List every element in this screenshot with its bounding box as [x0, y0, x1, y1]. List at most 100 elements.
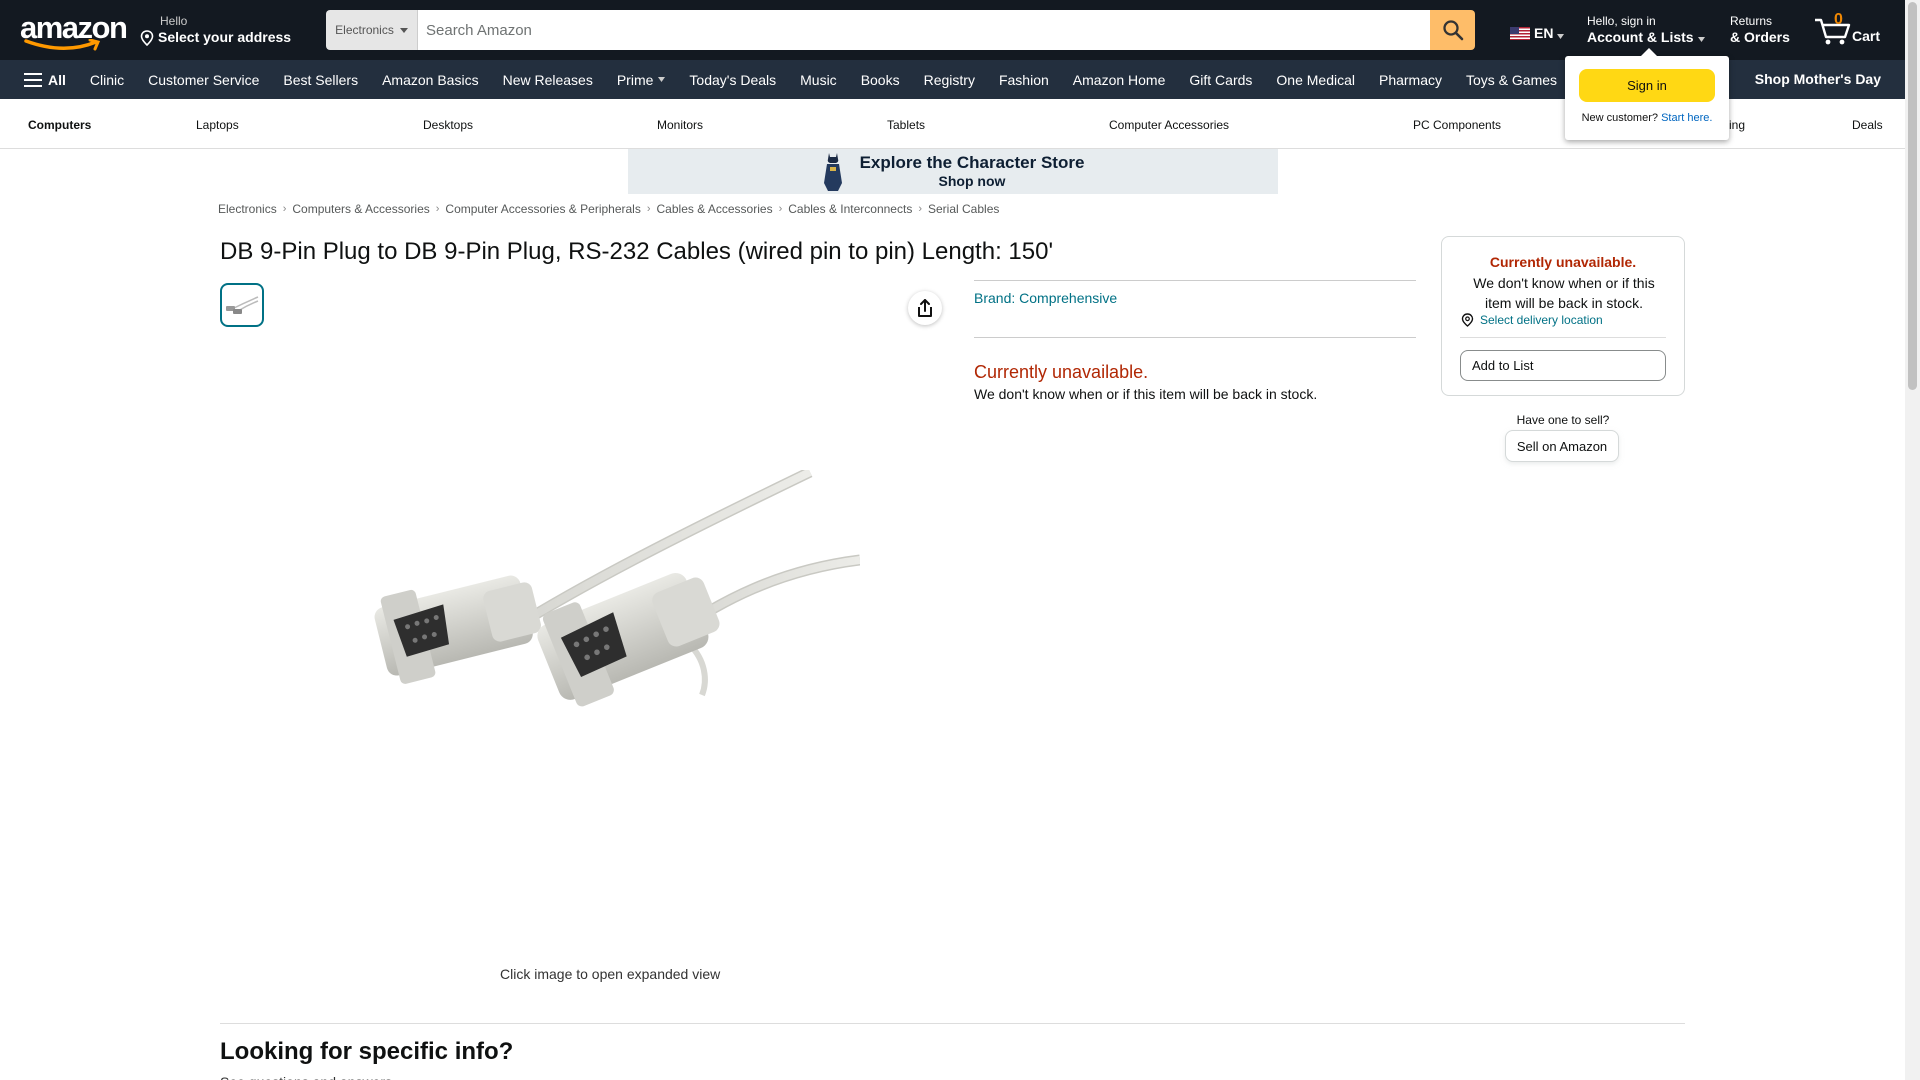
nav-item-customer-service[interactable]: Customer Service	[136, 72, 271, 88]
cart-count: 0	[1834, 11, 1843, 28]
search-bar: Electronics	[326, 10, 1475, 50]
orders-label: & Orders	[1730, 29, 1790, 45]
amazon-logo[interactable]: amazon	[20, 12, 128, 51]
divider	[974, 337, 1416, 338]
nav-item-pharmacy[interactable]: Pharmacy	[1367, 72, 1454, 88]
nav-item-music[interactable]: Music	[788, 72, 849, 88]
nav-item-fashion[interactable]: Fashion	[987, 72, 1061, 88]
nav-item-books[interactable]: Books	[849, 72, 912, 88]
language-label: EN	[1534, 25, 1554, 41]
nav-item-todays-deals[interactable]: Today's Deals	[677, 72, 788, 88]
nav-item-registry[interactable]: Registry	[912, 72, 987, 88]
location-pin-icon	[140, 29, 154, 46]
deliver-greeting: Hello	[160, 14, 188, 28]
start-here-link[interactable]: Start here.	[1661, 112, 1712, 124]
caret-down-icon	[399, 27, 408, 33]
breadcrumb-separator-icon: ›	[282, 203, 287, 215]
returns-label: Returns	[1730, 14, 1773, 28]
breadcrumb-separator-icon: ›	[778, 203, 783, 215]
subnav-deals[interactable]: Deals	[1852, 118, 1883, 132]
availability-status: Currently unavailable.	[974, 362, 1149, 382]
nav-item-one-medical[interactable]: One Medical	[1264, 72, 1367, 88]
breadcrumb-serial-cables[interactable]: Serial Cables	[928, 202, 999, 216]
account-and-lists[interactable]: Hello, sign in Account & Lists	[1587, 14, 1705, 46]
nav-item-gift-cards[interactable]: Gift Cards	[1177, 72, 1264, 88]
nav-item-prime[interactable]: Prime	[605, 72, 678, 88]
all-menu-button[interactable]: All	[0, 72, 78, 88]
subnav-computer-accessories[interactable]: Computer Accessories	[1109, 118, 1229, 132]
page-scrollbar[interactable]	[1905, 0, 1920, 1080]
subnav-desktops[interactable]: Desktops	[423, 118, 473, 132]
availability-detail: We don't know when or if this item will …	[974, 386, 1318, 402]
search-category-dropdown[interactable]: Electronics	[326, 10, 418, 50]
nav-item-prime-label: Prime	[616, 71, 654, 88]
subnav-laptops[interactable]: Laptops	[196, 118, 239, 132]
expand-image-note: Click image to open expanded view	[500, 966, 721, 982]
cart-label: Cart	[1852, 28, 1881, 44]
character-figure-icon	[823, 152, 842, 191]
search-category-label: Electronics	[335, 23, 394, 37]
breadcrumb-cables-interconnects[interactable]: Cables & Interconnects	[788, 202, 912, 216]
banner-title: Explore the Character Store	[859, 153, 1085, 172]
search-button[interactable]	[1430, 10, 1475, 50]
location-pin-icon	[1461, 313, 1474, 327]
divider	[974, 280, 1416, 281]
cart-icon	[1815, 18, 1851, 45]
breadcrumb-separator-icon: ›	[435, 203, 440, 215]
breadcrumb: Electronics › Computers & Accessories › …	[218, 202, 999, 216]
select-address-label: Select your address	[158, 29, 292, 45]
deliver-to-address[interactable]: Hello Select your address	[140, 14, 291, 46]
cart-button[interactable]: 0 Cart	[1813, 11, 1883, 48]
breadcrumb-separator-icon: ›	[918, 203, 922, 215]
subnav-tablets[interactable]: Tablets	[887, 118, 925, 132]
sign-in-button[interactable]: Sign in	[1579, 69, 1715, 102]
caret-down-icon	[1557, 33, 1565, 39]
divider	[1460, 337, 1666, 338]
character-store-banner[interactable]: Explore the Character Store Shop now	[628, 149, 1278, 194]
have-one-to-sell-label: Have one to sell?	[1516, 413, 1610, 427]
nav-item-clinic[interactable]: Clinic	[78, 72, 136, 88]
sign-in-flyout: Sign in New customer? Start here.	[1565, 48, 1729, 140]
breadcrumb-separator-icon: ›	[646, 203, 651, 215]
breadcrumb-cables-accessories[interactable]: Cables & Accessories	[657, 202, 773, 216]
subnav-pc-components[interactable]: PC Components	[1413, 118, 1501, 132]
buy-box-status: Currently unavailable.	[1489, 254, 1637, 270]
account-lists-label: Account & Lists	[1587, 29, 1694, 45]
top-navigation: amazon Hello Select your address Electro…	[0, 0, 1905, 60]
returns-and-orders[interactable]: Returns & Orders	[1730, 14, 1790, 46]
nav-item-amazon-home[interactable]: Amazon Home	[1061, 72, 1178, 88]
share-button[interactable]	[908, 291, 942, 325]
sell-on-amazon-button[interactable]: Sell on Amazon	[1505, 430, 1619, 462]
add-to-list-button[interactable]: Add to List	[1460, 350, 1666, 381]
select-delivery-location-link[interactable]: Select delivery location	[1461, 313, 1603, 327]
caret-down-icon	[1697, 36, 1705, 42]
search-input[interactable]	[418, 10, 1430, 50]
nav-item-best-sellers[interactable]: Best Sellers	[271, 72, 370, 88]
logo-smile-icon	[24, 39, 101, 51]
language-selector[interactable]: EN	[1510, 25, 1565, 41]
product-thumbnail[interactable]	[220, 283, 264, 327]
breadcrumb-computers-accessories[interactable]: Computers & Accessories	[292, 202, 429, 216]
share-icon	[918, 299, 932, 317]
scrollbar-thumb[interactable]	[1908, 2, 1917, 390]
nav-item-toys-games[interactable]: Toys & Games	[1454, 72, 1569, 88]
product-main-image[interactable]	[360, 467, 861, 780]
breadcrumb-electronics[interactable]: Electronics	[218, 202, 277, 216]
nav-item-amazon-basics[interactable]: Amazon Basics	[370, 72, 490, 88]
brand-link[interactable]: Brand: Comprehensive	[974, 290, 1117, 306]
select-delivery-location-label: Select delivery location	[1480, 313, 1603, 327]
account-greeting: Hello, sign in	[1587, 14, 1656, 28]
nav-item-new-releases[interactable]: New Releases	[491, 72, 605, 88]
subnav-computers[interactable]: Computers	[28, 118, 91, 132]
caret-down-icon	[658, 77, 666, 82]
divider	[220, 1023, 1685, 1024]
search-icon	[1442, 20, 1463, 41]
subnav-monitors[interactable]: Monitors	[657, 118, 703, 132]
breadcrumb-computer-accessories-peripherals[interactable]: Computer Accessories & Peripherals	[445, 202, 640, 216]
specific-info-heading: Looking for specific info?	[220, 1038, 514, 1065]
new-customer-label: New customer?	[1581, 112, 1658, 124]
cable-thumbnail-image	[226, 296, 259, 314]
shop-mothers-day-link[interactable]: Shop Mother's Day	[1755, 71, 1881, 87]
product-title: DB 9-Pin Plug to DB 9-Pin Plug, RS-232 C…	[220, 238, 1054, 265]
all-menu-label: All	[48, 71, 66, 88]
